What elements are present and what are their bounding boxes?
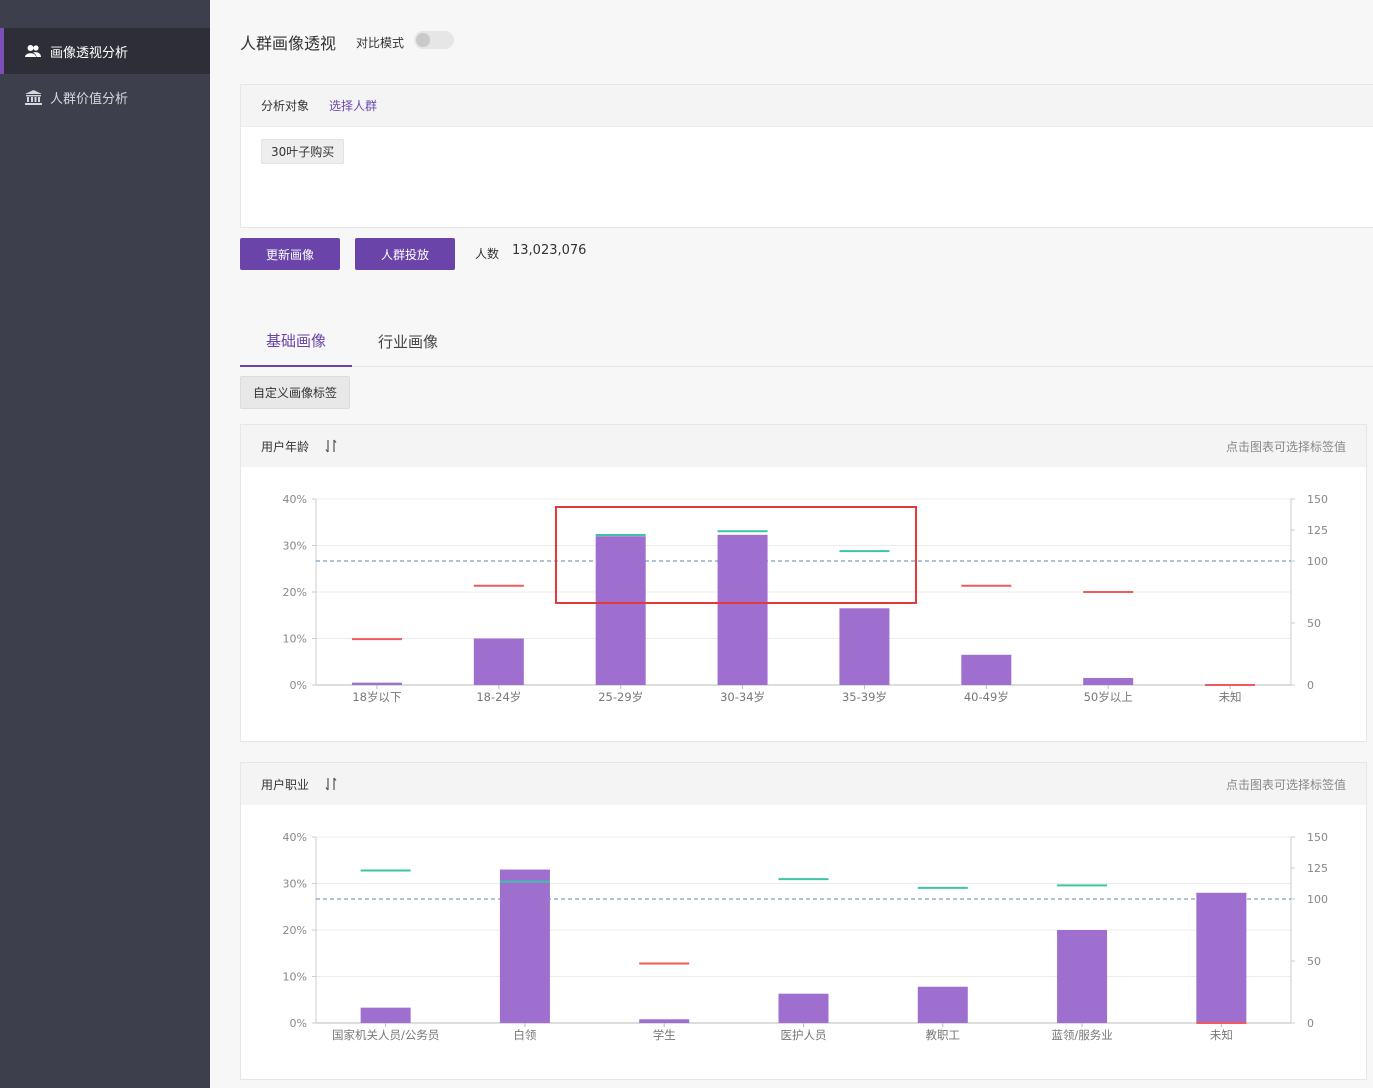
bar — [1083, 678, 1134, 685]
users-icon — [24, 43, 42, 59]
y-right-tick-label: 125 — [1307, 524, 1328, 537]
sidebar: 画像透视分析 人群价值分析 — [0, 0, 210, 1088]
x-tick-label: 30-34岁 — [720, 690, 765, 704]
occupation-panel-header: 用户职业 点击图表可选择标签值 — [241, 763, 1366, 805]
y-right-tick-label: 150 — [1307, 493, 1328, 506]
occupation-panel: 用户职业 点击图表可选择标签值 0% 10% 20% 30% 40% 0 50 100 125 1… — [240, 762, 1367, 1080]
sort-icon[interactable] — [325, 439, 337, 453]
occupation-panel-title: 用户职业 — [261, 777, 310, 792]
y-right-tick-label: 50 — [1307, 955, 1321, 968]
x-tick-label: 18-24岁 — [476, 690, 521, 704]
sidebar-item-value-analysis[interactable]: 人群价值分析 — [0, 74, 210, 120]
age-chart[interactable]: 0% 10% 20% 30% 40% 0 50 100 125 150 18岁以下 18-24岁 25-… — [241, 467, 1368, 743]
x-tick-label: 50岁以上 — [1084, 690, 1133, 704]
x-tick-label: 蓝领/服务业 — [1051, 1028, 1112, 1042]
toggle-knob — [416, 33, 430, 47]
y-left-tick-label: 40% — [283, 831, 307, 844]
x-tick-label: 18岁以下 — [352, 690, 401, 704]
y-right-tick-label: 100 — [1307, 893, 1328, 906]
bar — [961, 654, 1012, 685]
x-tick-label: 国家机关人员/公务员 — [332, 1028, 439, 1042]
sidebar-item-portrait-analysis[interactable]: 画像透视分析 — [0, 28, 210, 74]
crowd-count-label: 人数 — [475, 247, 500, 261]
x-tick-label: 学生 — [653, 1028, 676, 1042]
sidebar-item-label: 人群价值分析 — [50, 91, 129, 107]
y-left-tick-label: 10% — [283, 971, 307, 984]
x-tick-label: 教职工 — [926, 1028, 961, 1042]
crowd-deliver-button[interactable]: 人群投放 — [355, 238, 455, 270]
x-tick-label: 40-49岁 — [964, 690, 1009, 704]
bar — [778, 993, 829, 1023]
analysis-target-panel: 分析对象 选择人群 30叶子购买 — [240, 84, 1373, 228]
y-left-tick-label: 10% — [283, 633, 307, 646]
page-title: 人群画像透视 — [240, 34, 337, 53]
age-panel-title: 用户年龄 — [261, 439, 310, 454]
crowd-chip[interactable]: 30叶子购买 — [261, 139, 345, 164]
y-left-tick-label: 20% — [283, 924, 307, 937]
bank-icon — [24, 89, 42, 105]
bar — [351, 682, 402, 685]
bar — [1196, 892, 1247, 1023]
select-crowd-link[interactable]: 选择人群 — [329, 97, 377, 114]
x-tick-label: 医护人员 — [781, 1028, 827, 1042]
y-left-tick-label: 30% — [283, 878, 307, 891]
occupation-chart[interactable]: 0% 10% 20% 30% 40% 0 50 100 125 150 国家机关人员/公务员 白领 学生… — [241, 805, 1368, 1081]
x-tick-label: 白领 — [513, 1028, 536, 1042]
x-tick-label: 未知 — [1210, 1028, 1233, 1042]
crowd-count-value: 13,023,076 — [512, 243, 587, 258]
age-panel-header: 用户年龄 点击图表可选择标签值 — [241, 425, 1366, 467]
y-left-tick-label: 40% — [283, 493, 307, 506]
tab-industry-portrait[interactable]: 行业画像 — [352, 316, 464, 367]
x-tick-label: 35-39岁 — [842, 690, 887, 704]
refresh-portrait-button[interactable]: 更新画像 — [240, 238, 340, 270]
sidebar-item-label: 画像透视分析 — [50, 45, 129, 61]
bar — [595, 536, 646, 685]
bar — [717, 534, 768, 685]
main-content: 人群画像透视 对比模式 分析对象 选择人群 30叶子购买 更新画像 人群投放 人… — [210, 0, 1373, 1088]
occupation-panel-hint: 点击图表可选择标签值 — [1225, 777, 1346, 792]
portrait-tabs: 基础画像 行业画像 — [240, 316, 1373, 367]
y-left-tick-label: 30% — [283, 540, 307, 553]
compare-mode-toggle[interactable] — [414, 31, 454, 49]
y-right-tick-label: 150 — [1307, 831, 1328, 844]
bar — [499, 869, 550, 1023]
y-right-tick-label: 0 — [1307, 679, 1314, 692]
analysis-target-header: 分析对象 选择人群 — [241, 85, 1373, 127]
y-right-tick-label: 50 — [1307, 617, 1321, 630]
y-left-tick-label: 20% — [283, 586, 307, 599]
bar — [917, 986, 968, 1023]
y-right-tick-label: 125 — [1307, 862, 1328, 875]
bar — [639, 1019, 690, 1023]
tab-basic-portrait[interactable]: 基础画像 — [240, 316, 352, 367]
sort-icon[interactable] — [325, 777, 337, 791]
age-panel: 用户年龄 点击图表可选择标签值 0% 10% 20% 30% 40% 0 50 100 125 1… — [240, 424, 1367, 742]
x-tick-label: 未知 — [1219, 690, 1242, 704]
bar — [473, 638, 524, 685]
y-left-tick-label: 0% — [290, 679, 307, 692]
y-right-tick-label: 100 — [1307, 555, 1328, 568]
analysis-target-label: 分析对象 — [261, 99, 310, 113]
y-left-tick-label: 0% — [290, 1017, 307, 1030]
bar — [1057, 930, 1108, 1023]
y-right-tick-label: 0 — [1307, 1017, 1314, 1030]
custom-tag-button[interactable]: 自定义画像标签 — [240, 376, 350, 409]
bar — [360, 1007, 411, 1023]
age-panel-hint: 点击图表可选择标签值 — [1225, 439, 1346, 454]
bar — [839, 608, 890, 685]
compare-mode-label: 对比模式 — [356, 36, 405, 50]
x-tick-label: 25-29岁 — [598, 690, 643, 704]
